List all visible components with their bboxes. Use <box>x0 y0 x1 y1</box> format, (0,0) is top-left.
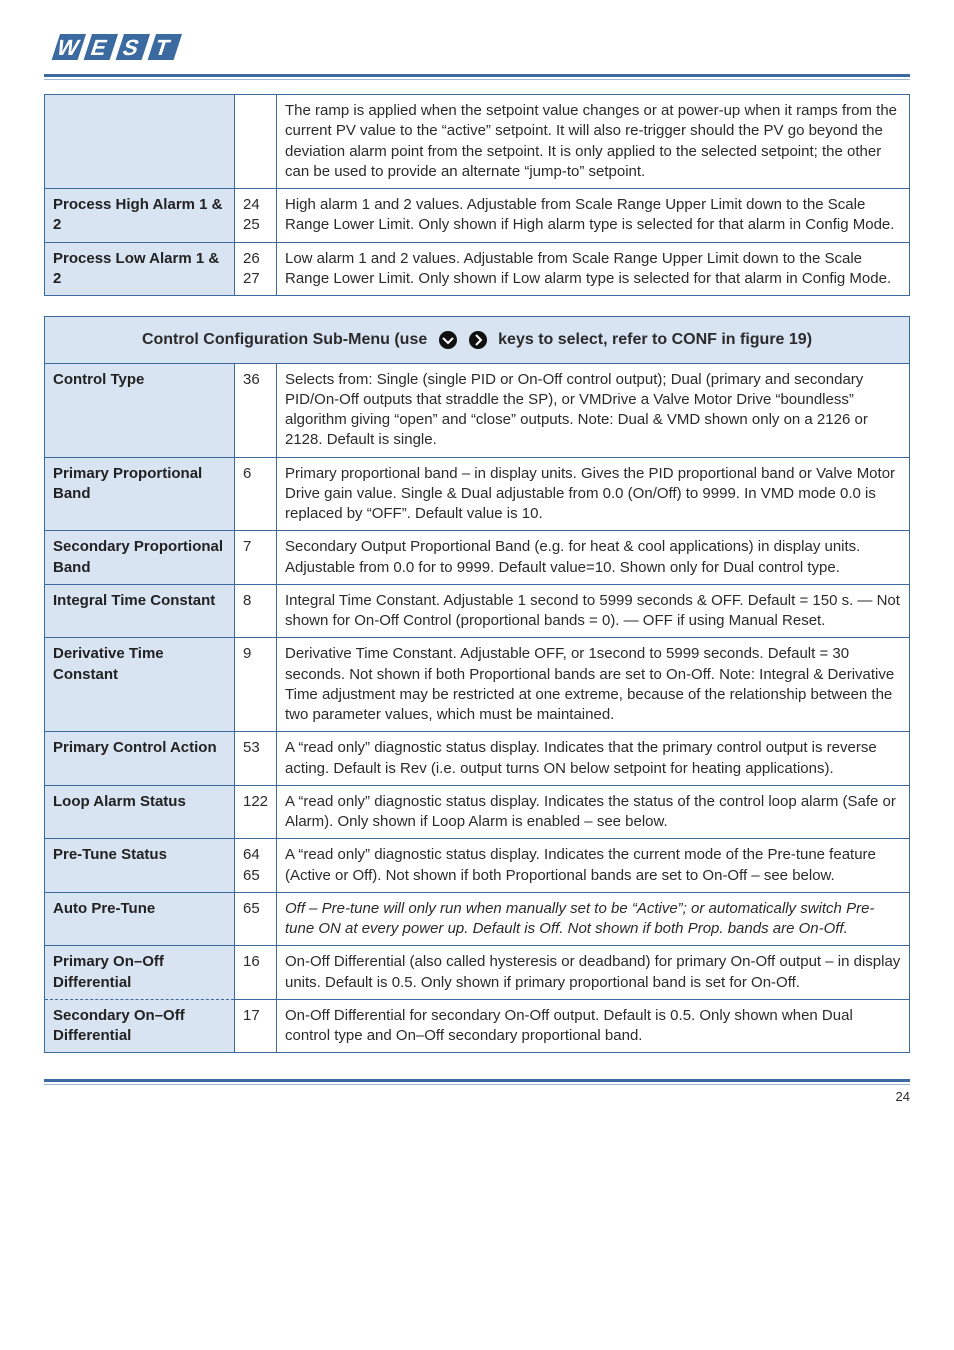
submenu-title-row: Control Configuration Sub-Menu (use keys… <box>45 317 910 364</box>
cell: A “read only” diagnostic status display.… <box>285 846 876 883</box>
cell: A “read only” diagnostic status display.… <box>285 739 877 776</box>
cell: 8 <box>243 592 251 609</box>
table-row: Primary On–Off Differential 16 On-Off Di… <box>45 946 910 1000</box>
down-button-icon <box>438 330 458 350</box>
table-row: Process High Alarm 1 & 2 24 25 High alar… <box>45 189 910 243</box>
table-row: Auto Pre-Tune 65 Off – Pre-tune will onl… <box>45 892 910 946</box>
cell: Primary Proportional Band <box>53 465 202 502</box>
cell: 24 25 <box>243 196 260 233</box>
table-row: The ramp is applied when the setpoint va… <box>45 95 910 189</box>
right-button-icon <box>468 330 488 350</box>
table-row: Derivative Time Constant 9 Derivative Ti… <box>45 638 910 732</box>
cell: Auto Pre-Tune <box>53 900 155 917</box>
table-row: Process Low Alarm 1 & 2 26 27 Low alarm … <box>45 242 910 296</box>
cell: Loop Alarm Status <box>53 793 186 810</box>
cell: 9 <box>243 645 251 662</box>
cell: Selects from: Single (single PID or On-O… <box>285 371 868 449</box>
table-row: Primary Control Action 53 A “read only” … <box>45 732 910 786</box>
cell: Integral Time Constant. Adjustable 1 sec… <box>285 592 900 629</box>
cell: Pre-Tune Status <box>53 846 167 863</box>
header-rule-thick <box>44 74 910 77</box>
cell: On-Off Differential (also called hystere… <box>285 953 900 990</box>
cell: 17 <box>243 1007 260 1024</box>
cell: Low alarm 1 and 2 values. Adjustable fro… <box>285 250 891 287</box>
cell: 36 <box>243 371 260 388</box>
cell: 6 <box>243 465 251 482</box>
table-row: Secondary Proportional Band 7 Secondary … <box>45 531 910 585</box>
footer-rule-thick <box>44 1079 910 1082</box>
cell: Process Low Alarm 1 & 2 <box>53 250 219 287</box>
table-row: Control Type 36 Selects from: Single (si… <box>45 363 910 457</box>
cell: Integral Time Constant <box>53 592 215 609</box>
cell: Process High Alarm 1 & 2 <box>53 196 223 233</box>
cell: Off – Pre-tune will only run when manual… <box>285 900 874 937</box>
cell: Secondary Output Proportional Band (e.g.… <box>285 538 860 575</box>
table-upper: The ramp is applied when the setpoint va… <box>44 94 910 296</box>
cell: A “read only” diagnostic status display.… <box>285 793 896 830</box>
table-row: Secondary On–Off Differential 17 On-Off … <box>45 999 910 1053</box>
page-number: 24 <box>44 1089 910 1104</box>
cell: Secondary On–Off Differential <box>53 1007 185 1044</box>
cell: Primary Control Action <box>53 739 217 756</box>
cell: 64 65 <box>243 846 260 883</box>
table-config: Control Configuration Sub-Menu (use keys… <box>44 316 910 1053</box>
cell: Control Type <box>53 371 144 388</box>
footer-rule-thin <box>44 1084 910 1085</box>
table-row: Primary Proportional Band 6 Primary prop… <box>45 457 910 531</box>
cell: Derivative Time Constant. Adjustable OFF… <box>285 645 894 723</box>
table-row: Integral Time Constant 8 Integral Time C… <box>45 584 910 638</box>
cell: 53 <box>243 739 260 756</box>
cell: On-Off Differential for secondary On-Off… <box>285 1007 853 1044</box>
cell: Secondary Proportional Band <box>53 538 223 575</box>
submenu-title-after: keys to select, refer to CONF in figure … <box>498 331 812 348</box>
submenu-title: Control Configuration Sub-Menu (use keys… <box>45 317 910 364</box>
cell: Primary proportional band – in display u… <box>285 465 895 523</box>
cell: 65 <box>243 900 260 917</box>
header-rule-thin <box>44 79 910 80</box>
cell: 7 <box>243 538 251 555</box>
cell: The ramp is applied when the setpoint va… <box>285 102 897 180</box>
table-row: Loop Alarm Status 122 A “read only” diag… <box>45 785 910 839</box>
cell: Primary On–Off Differential <box>53 953 164 990</box>
cell: 16 <box>243 953 260 970</box>
table-row: Pre-Tune Status 64 65 A “read only” diag… <box>45 839 910 893</box>
cell: 122 <box>243 793 268 810</box>
cell: High alarm 1 and 2 values. Adjustable fr… <box>285 196 894 233</box>
submenu-title-before: Control Configuration Sub-Menu (use <box>142 331 427 348</box>
brand-logo: W E S T <box>44 28 910 66</box>
cell: Derivative Time Constant <box>53 645 164 682</box>
cell: 26 27 <box>243 250 260 287</box>
